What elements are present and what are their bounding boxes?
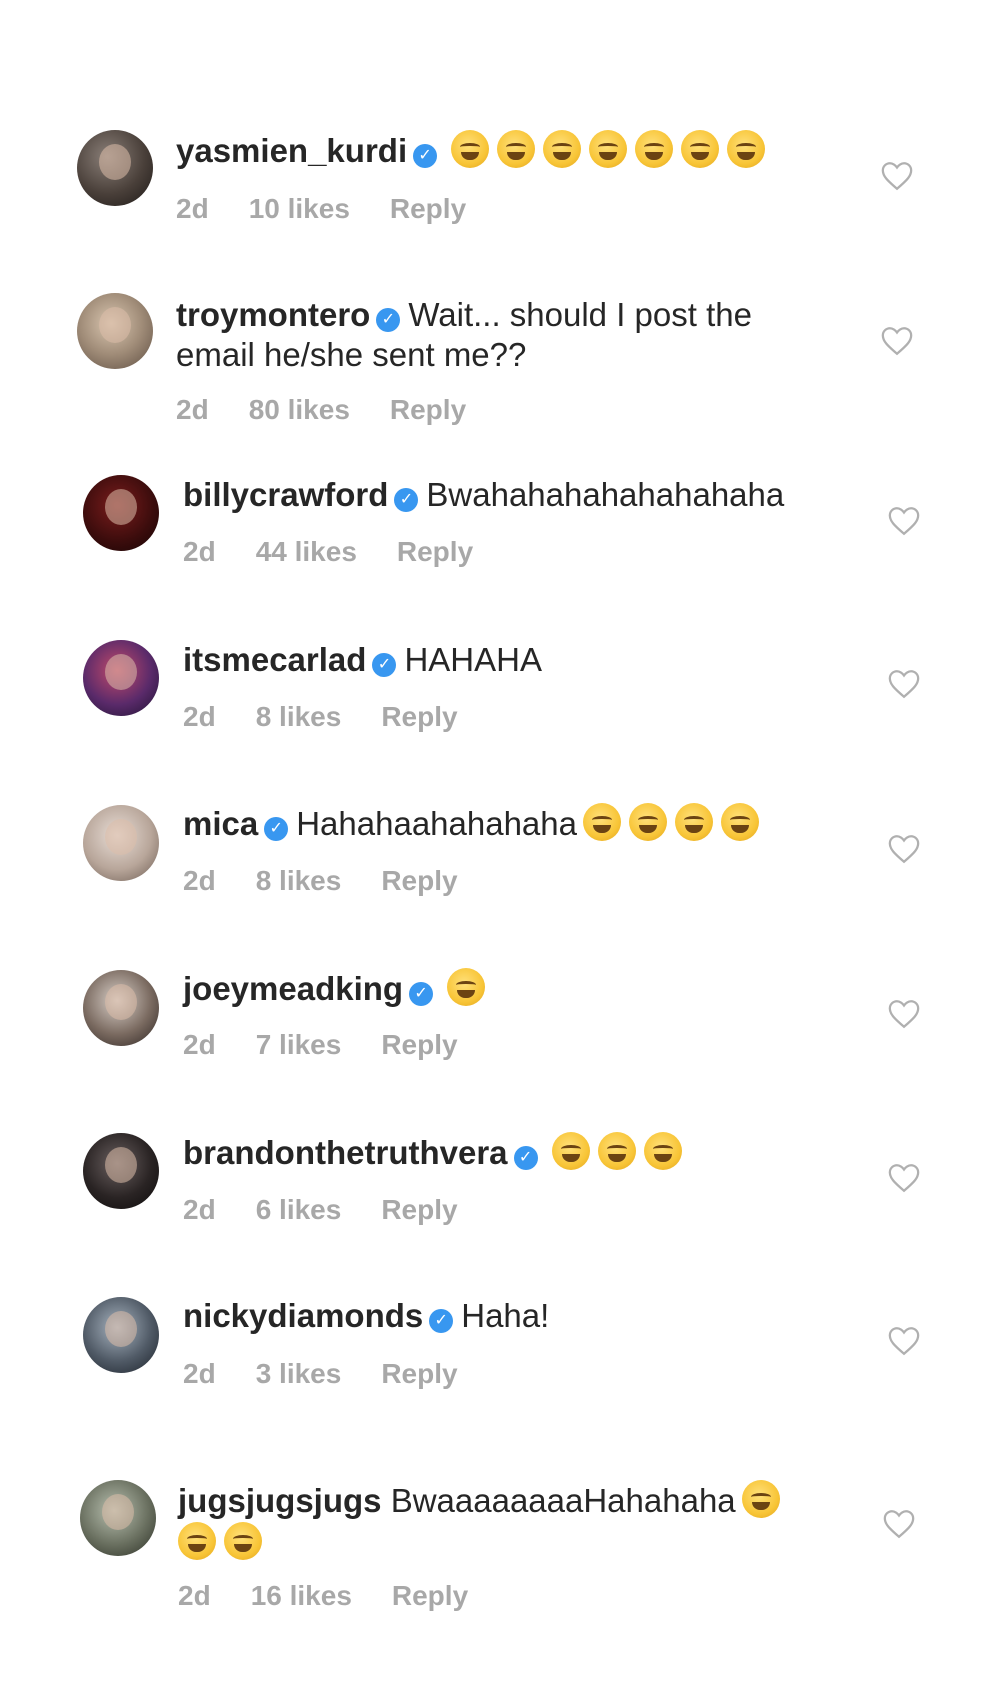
comment-time: 2d: [183, 1194, 216, 1225]
comment-time: 2d: [176, 394, 209, 425]
verified-badge-icon: ✓: [372, 653, 397, 677]
comment-likes[interactable]: 16 likes: [251, 1580, 352, 1611]
reply-button[interactable]: Reply: [397, 536, 473, 567]
avatar[interactable]: [83, 1297, 159, 1373]
comment-time: 2d: [183, 1029, 216, 1060]
rofl-emoji-icon: [178, 1522, 216, 1560]
comment-text: Wait... should I post the: [408, 296, 752, 333]
laughing-crying-emoji-icon: [681, 130, 720, 168]
comment-likes[interactable]: 3 likes: [256, 1358, 342, 1389]
comment-emojis: [741, 1480, 788, 1527]
comment-text: Hahahaahahahaha: [296, 805, 577, 842]
comment-time: 2d: [178, 1580, 211, 1611]
comment-username[interactable]: joeymeadking: [183, 970, 403, 1007]
avatar[interactable]: [83, 475, 159, 551]
flushed-emoji-icon: [643, 1132, 682, 1170]
comment-time: 2d: [176, 193, 209, 224]
laughing-crying-emoji-icon: [721, 803, 759, 841]
comment-text: Bwahahahahahahahaha: [426, 476, 785, 513]
avatar[interactable]: [83, 1133, 159, 1209]
comment-username[interactable]: mica: [183, 805, 258, 842]
comment-username[interactable]: nickydiamonds: [183, 1297, 423, 1334]
comment-emojis: [551, 1132, 690, 1179]
heart-icon[interactable]: [887, 998, 921, 1030]
verified-badge-icon: ✓: [376, 308, 401, 332]
comment-likes[interactable]: 44 likes: [256, 536, 357, 567]
comment-username[interactable]: brandonthetruthvera: [183, 1134, 508, 1171]
reply-button[interactable]: Reply: [392, 1580, 468, 1611]
flushed-emoji-icon: [597, 1132, 636, 1170]
comment-text-continued: email he/she sent me??: [176, 336, 527, 373]
comment-time: 2d: [183, 865, 216, 896]
verified-badge-icon: ✓: [513, 1146, 538, 1170]
avatar[interactable]: [83, 970, 159, 1046]
comment-time: 2d: [183, 701, 216, 732]
comment-emojis: [451, 130, 773, 177]
comment-likes[interactable]: 6 likes: [256, 1194, 342, 1225]
comment-likes[interactable]: 80 likes: [249, 394, 350, 425]
comment-likes[interactable]: 8 likes: [256, 701, 342, 732]
comment-text: HAHAHA: [404, 641, 542, 678]
verified-badge-icon: ✓: [413, 144, 438, 168]
comment-text: BwaaaaaaaaHahahaha: [390, 1482, 736, 1519]
reply-button[interactable]: Reply: [381, 865, 457, 896]
winking-tongue-emoji-icon: [447, 968, 486, 1006]
comment-emojis-continued: [178, 1522, 270, 1569]
flushed-emoji-icon: [551, 1132, 590, 1170]
avatar[interactable]: [77, 130, 153, 206]
verified-badge-icon: ✓: [409, 982, 434, 1006]
reply-button[interactable]: Reply: [381, 1029, 457, 1060]
heart-icon[interactable]: [887, 1162, 921, 1194]
comment-username[interactable]: itsmecarlad: [183, 641, 366, 678]
comment-emojis: [447, 968, 493, 1015]
reply-button[interactable]: Reply: [390, 193, 466, 224]
heart-icon[interactable]: [887, 833, 921, 865]
verified-badge-icon: ✓: [429, 1309, 454, 1333]
laughing-crying-emoji-icon: [589, 130, 628, 168]
laughing-crying-emoji-icon: [583, 803, 621, 841]
rofl-emoji-icon: [224, 1522, 262, 1560]
verified-badge-icon: ✓: [264, 817, 289, 841]
laughing-crying-emoji-icon: [727, 130, 766, 168]
laughing-crying-emoji-icon: [543, 130, 582, 168]
heart-icon[interactable]: [887, 505, 921, 537]
comment-username[interactable]: yasmien_kurdi: [176, 132, 407, 169]
comment-username[interactable]: jugsjugsjugs: [178, 1482, 382, 1519]
reply-button[interactable]: Reply: [390, 394, 466, 425]
comment-time: 2d: [183, 1358, 216, 1389]
comment-username[interactable]: troymontero: [176, 296, 370, 333]
avatar[interactable]: [80, 1480, 156, 1556]
reply-button[interactable]: Reply: [381, 1194, 457, 1225]
reply-button[interactable]: Reply: [381, 1358, 457, 1389]
comment-text: Haha!: [461, 1297, 550, 1334]
laughing-crying-emoji-icon: [451, 130, 490, 168]
comment-time: 2d: [183, 536, 216, 567]
rofl-emoji-icon: [741, 1480, 780, 1518]
laughing-crying-emoji-icon: [629, 803, 667, 841]
comment-emojis: [583, 803, 767, 850]
heart-icon[interactable]: [880, 325, 914, 357]
comment-likes[interactable]: 8 likes: [256, 865, 342, 896]
laughing-crying-emoji-icon: [675, 803, 713, 841]
laughing-crying-emoji-icon: [497, 130, 536, 168]
heart-icon[interactable]: [880, 160, 914, 192]
avatar[interactable]: [83, 640, 159, 716]
comment-username[interactable]: billycrawford: [183, 476, 388, 513]
heart-icon[interactable]: [882, 1508, 916, 1540]
comment-likes[interactable]: 10 likes: [249, 193, 350, 224]
verified-badge-icon: ✓: [394, 488, 419, 512]
heart-icon[interactable]: [887, 1325, 921, 1357]
avatar[interactable]: [83, 805, 159, 881]
reply-button[interactable]: Reply: [381, 701, 457, 732]
comment-likes[interactable]: 7 likes: [256, 1029, 342, 1060]
heart-icon[interactable]: [887, 668, 921, 700]
laughing-crying-emoji-icon: [635, 130, 674, 168]
avatar[interactable]: [77, 293, 153, 369]
